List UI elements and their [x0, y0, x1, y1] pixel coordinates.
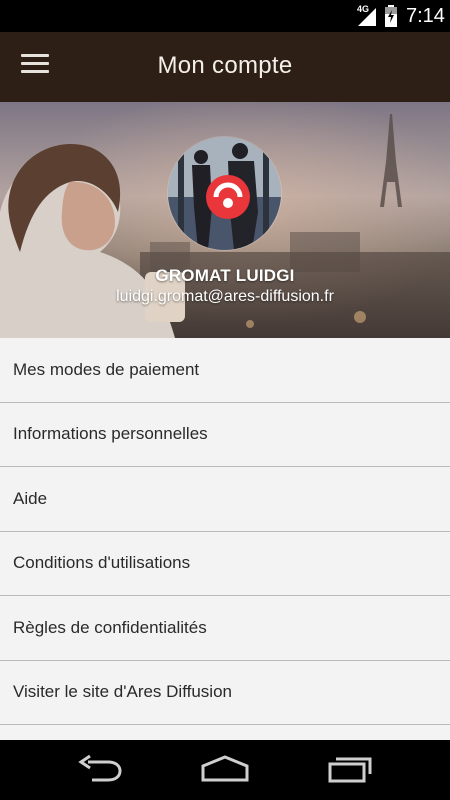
app-bar: Mon compte — [0, 32, 450, 102]
menu-item-label: Informations personnelles — [13, 424, 208, 444]
battery-icon — [385, 5, 397, 27]
status-bar: 4G 7:14 — [0, 0, 450, 32]
menu-item-label: Visiter le site d'Ares Diffusion — [13, 682, 232, 702]
menu-item-visit-site[interactable]: Visiter le site d'Ares Diffusion — [0, 660, 450, 725]
profile-header: GROMAT LUIDGI luidgi.gromat@ares-diffusi… — [0, 102, 450, 338]
menu-item-label: Règles de confidentialités — [13, 617, 207, 637]
page-title: Mon compte — [157, 52, 293, 79]
menu-item-terms[interactable]: Conditions d'utilisations — [0, 531, 450, 596]
signal-icon — [358, 8, 376, 26]
back-icon[interactable] — [78, 754, 122, 784]
system-nav-bar — [0, 740, 450, 800]
account-menu: Mes modes de paiement Informations perso… — [0, 338, 450, 725]
avatar-image — [168, 137, 281, 250]
menu-item-help[interactable]: Aide — [0, 467, 450, 532]
clock: 7:14 — [406, 5, 445, 27]
user-name: GROMAT LUIDGI — [155, 266, 295, 285]
menu-item-payment-methods[interactable]: Mes modes de paiement — [0, 338, 450, 403]
avatar[interactable] — [168, 137, 281, 250]
menu-item-label: Mes modes de paiement — [13, 359, 200, 379]
menu-item-privacy[interactable]: Règles de confidentialités — [0, 596, 450, 661]
menu-item-label: Aide — [13, 488, 48, 508]
home-icon[interactable] — [200, 754, 250, 784]
user-email: luidgi.gromat@ares-diffusion.fr — [116, 288, 334, 305]
menu-item-label: Conditions d'utilisations — [13, 553, 191, 573]
recents-icon[interactable] — [328, 754, 374, 784]
menu-item-personal-info[interactable]: Informations personnelles — [0, 402, 450, 467]
